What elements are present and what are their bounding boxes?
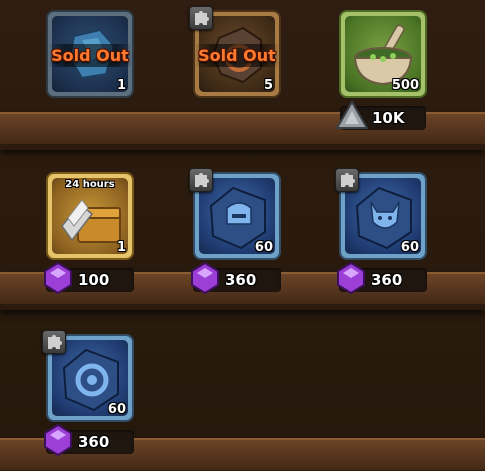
sold-out-label: Sold Out (48, 44, 132, 67)
gem-icon (337, 261, 365, 295)
item-quantity: 60 (254, 240, 273, 255)
price-tag: 10K (335, 99, 426, 130)
puzzle-piece-icon (42, 330, 66, 354)
shop-item-ore[interactable]: Sold Out 5 (189, 6, 281, 98)
price-tag: 100 (44, 261, 134, 295)
shop-item-shard[interactable]: Sold Out 1 (46, 10, 134, 98)
price-value: 360 (225, 271, 257, 289)
item-quantity: 5 (263, 78, 273, 93)
price-tag: 360 (44, 423, 134, 457)
shop-item-rune-wheel[interactable]: 60 (42, 330, 134, 422)
price-tag: 360 (337, 261, 427, 295)
price-tag: 360 (191, 261, 281, 295)
price-value: 360 (78, 433, 110, 451)
sold-out-label: Sold Out (195, 44, 279, 67)
puzzle-piece-icon (189, 168, 213, 192)
item-quantity: 500 (391, 78, 419, 93)
item-quantity: 1 (116, 78, 126, 93)
gem-icon (44, 423, 72, 457)
price-value: 10K (372, 109, 405, 127)
item-quantity: 60 (400, 240, 419, 255)
triangle-stone-icon (335, 99, 369, 129)
shop-item-chest[interactable]: 24 hours 1 (46, 172, 134, 260)
gem-icon (44, 261, 72, 295)
puzzle-piece-icon (189, 6, 213, 30)
puzzle-piece-icon (335, 168, 359, 192)
shop-screen: Sold Out 1 Sold Out 5 500 10K 24 hours 1… (0, 0, 485, 471)
shop-item-rune-helmet[interactable]: 60 (189, 168, 281, 260)
item-quantity: 60 (107, 402, 126, 417)
price-value: 360 (371, 271, 403, 289)
price-value: 100 (78, 271, 110, 289)
shop-item-mortar[interactable]: 500 (339, 10, 427, 98)
item-quantity: 1 (116, 240, 126, 255)
timer-label: 24 hours (65, 179, 115, 190)
gem-icon (191, 261, 219, 295)
shop-item-rune-wolf[interactable]: 60 (335, 168, 427, 260)
